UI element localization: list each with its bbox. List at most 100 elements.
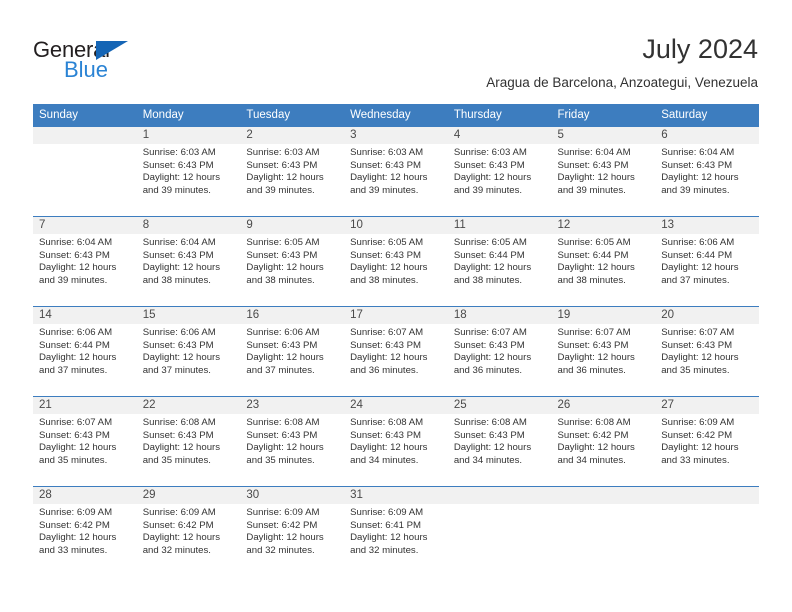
day-cell-content: 14 Sunrise: 6:06 AM Sunset: 6:44 PM Dayli… [33,306,137,396]
calendar-day-cell[interactable]: 31 Sunrise: 6:09 AM Sunset: 6:41 PM Dayli… [344,486,448,576]
day-cell-content: 2 Sunrise: 6:03 AM Sunset: 6:43 PM Daylig… [240,126,345,216]
calendar-day-cell[interactable]: 24 Sunrise: 6:08 AM Sunset: 6:43 PM Dayli… [344,396,448,486]
calendar-day-cell[interactable]: 6 Sunrise: 6:04 AM Sunset: 6:43 PM Daylig… [655,126,759,216]
day-cell-content: 13 Sunrise: 6:06 AM Sunset: 6:44 PM Dayli… [655,216,759,306]
day-cell-content: 6 Sunrise: 6:04 AM Sunset: 6:43 PM Daylig… [655,126,759,216]
calendar-day-cell[interactable]: 27 Sunrise: 6:09 AM Sunset: 6:42 PM Dayli… [655,396,759,486]
calendar-day-cell[interactable]: 9 Sunrise: 6:05 AM Sunset: 6:43 PM Daylig… [240,216,345,306]
calendar-day-cell[interactable]: 16 Sunrise: 6:06 AM Sunset: 6:43 PM Dayli… [240,306,345,396]
day-number [558,488,650,490]
calendar-day-cell[interactable] [447,486,552,576]
weekday-header-friday: Friday [551,104,656,126]
day-sun-details: Sunrise: 6:05 AM Sunset: 6:44 PM Dayligh… [453,237,532,286]
calendar-day-cell[interactable]: 1 Sunrise: 6:03 AM Sunset: 6:43 PM Daylig… [136,126,241,216]
day-number-band [33,127,137,144]
day-number: 10 [350,219,363,231]
day-cell-content: 4 Sunrise: 6:03 AM Sunset: 6:43 PM Daylig… [447,126,552,216]
day-number-band: 30 [240,487,345,504]
day-cell-content [655,486,759,576]
calendar-day-cell[interactable]: 29 Sunrise: 6:09 AM Sunset: 6:42 PM Dayli… [136,486,241,576]
calendar-day-cell[interactable]: 19 Sunrise: 6:07 AM Sunset: 6:43 PM Dayli… [551,306,656,396]
day-number-band: 1 [136,127,241,144]
day-number: 5 [557,129,564,141]
calendar-day-cell[interactable]: 4 Sunrise: 6:03 AM Sunset: 6:43 PM Daylig… [447,126,552,216]
day-number-band: 12 [551,217,656,234]
day-sun-details: Sunrise: 6:06 AM Sunset: 6:43 PM Dayligh… [246,327,324,376]
day-sun-details: Sunrise: 6:08 AM Sunset: 6:43 PM Dayligh… [453,417,532,466]
calendar-week-row: 1 Sunrise: 6:03 AM Sunset: 6:43 PM Daylig… [33,126,759,216]
day-sun-details: Sunrise: 6:09 AM Sunset: 6:41 PM Dayligh… [350,507,428,556]
weekday-header-thursday: Thursday [447,104,552,126]
day-cell-content: 18 Sunrise: 6:07 AM Sunset: 6:43 PM Dayli… [447,306,552,396]
day-sun-details: Sunrise: 6:03 AM Sunset: 6:43 PM Dayligh… [453,147,532,196]
calendar-day-cell[interactable]: 7 Sunrise: 6:04 AM Sunset: 6:43 PM Daylig… [33,216,137,306]
calendar-day-cell[interactable]: 17 Sunrise: 6:07 AM Sunset: 6:43 PM Dayli… [344,306,448,396]
calendar-day-cell[interactable] [33,126,137,216]
calendar-day-cell[interactable]: 5 Sunrise: 6:04 AM Sunset: 6:43 PM Daylig… [551,126,656,216]
day-sun-details: Sunrise: 6:07 AM Sunset: 6:43 PM Dayligh… [557,327,635,376]
calendar-day-cell[interactable]: 8 Sunrise: 6:04 AM Sunset: 6:43 PM Daylig… [136,216,241,306]
calendar-day-cell[interactable]: 15 Sunrise: 6:06 AM Sunset: 6:43 PM Dayli… [136,306,241,396]
page-title: July 2024 [642,34,758,64]
calendar-day-cell[interactable]: 14 Sunrise: 6:06 AM Sunset: 6:44 PM Dayli… [33,306,137,396]
day-number: 26 [557,399,571,411]
day-number: 29 [142,489,156,501]
calendar-day-cell[interactable]: 13 Sunrise: 6:06 AM Sunset: 6:44 PM Dayli… [655,216,759,306]
calendar-day-cell[interactable] [551,486,656,576]
calendar-day-cell[interactable]: 3 Sunrise: 6:03 AM Sunset: 6:43 PM Daylig… [344,126,448,216]
day-number: 9 [246,219,253,231]
day-sun-details: Sunrise: 6:03 AM Sunset: 6:43 PM Dayligh… [246,147,324,196]
day-number: 13 [661,219,675,231]
calendar-week-row: 28 Sunrise: 6:09 AM Sunset: 6:42 PM Dayli… [33,486,759,576]
day-cell-content: 9 Sunrise: 6:05 AM Sunset: 6:43 PM Daylig… [240,216,345,306]
weekday-header-saturday: Saturday [655,104,759,126]
day-sun-details: Sunrise: 6:09 AM Sunset: 6:42 PM Dayligh… [142,507,221,556]
calendar-day-cell[interactable]: 20 Sunrise: 6:07 AM Sunset: 6:43 PM Dayli… [655,306,759,396]
calendar-day-cell[interactable]: 30 Sunrise: 6:09 AM Sunset: 6:42 PM Dayli… [240,486,345,576]
calendar-day-cell[interactable]: 18 Sunrise: 6:07 AM Sunset: 6:43 PM Dayli… [447,306,552,396]
day-number: 21 [39,399,52,411]
day-number: 30 [246,489,260,501]
calendar-day-cell[interactable] [655,486,759,576]
day-sun-details: Sunrise: 6:08 AM Sunset: 6:43 PM Dayligh… [142,417,221,466]
calendar-table: Sunday Monday Tuesday Wednesday Thursday… [33,104,759,576]
day-sun-details: Sunrise: 6:07 AM Sunset: 6:43 PM Dayligh… [661,327,739,376]
day-number-band: 9 [240,217,345,234]
day-number: 2 [246,129,253,141]
day-cell-content: 27 Sunrise: 6:09 AM Sunset: 6:42 PM Dayli… [655,396,759,486]
title-block: July 2024 Aragua de Barcelona, Anzoategu… [486,33,758,92]
calendar-day-cell[interactable]: 2 Sunrise: 6:03 AM Sunset: 6:43 PM Daylig… [240,126,345,216]
calendar-day-cell[interactable]: 25 Sunrise: 6:08 AM Sunset: 6:43 PM Dayli… [447,396,552,486]
day-sun-details: Sunrise: 6:05 AM Sunset: 6:44 PM Dayligh… [557,237,635,286]
day-number-band: 20 [655,307,759,324]
calendar-day-cell[interactable]: 21 Sunrise: 6:07 AM Sunset: 6:43 PM Dayli… [33,396,137,486]
calendar-day-cell[interactable]: 26 Sunrise: 6:08 AM Sunset: 6:42 PM Dayli… [551,396,656,486]
day-sun-details: Sunrise: 6:09 AM Sunset: 6:42 PM Dayligh… [246,507,324,556]
calendar-header-row: Sunday Monday Tuesday Wednesday Thursday… [33,104,759,126]
day-number: 4 [453,129,461,141]
day-number: 27 [661,399,675,411]
day-cell-content: 22 Sunrise: 6:08 AM Sunset: 6:43 PM Dayli… [136,396,241,486]
calendar-day-cell[interactable]: 22 Sunrise: 6:08 AM Sunset: 6:43 PM Dayli… [136,396,241,486]
day-cell-content: 5 Sunrise: 6:04 AM Sunset: 6:43 PM Daylig… [551,126,656,216]
calendar-day-cell[interactable]: 10 Sunrise: 6:05 AM Sunset: 6:43 PM Dayli… [344,216,448,306]
calendar-day-cell[interactable]: 28 Sunrise: 6:09 AM Sunset: 6:42 PM Dayli… [33,486,137,576]
calendar-day-cell[interactable]: 23 Sunrise: 6:08 AM Sunset: 6:43 PM Dayli… [240,396,345,486]
day-cell-content [447,486,552,576]
calendar-day-cell[interactable]: 12 Sunrise: 6:05 AM Sunset: 6:44 PM Dayli… [551,216,656,306]
day-sun-details: Sunrise: 6:03 AM Sunset: 6:43 PM Dayligh… [142,147,221,196]
day-number [454,488,546,490]
logo-text-blue: Blue [64,57,109,82]
day-number-band: 7 [33,217,137,234]
day-number-band [655,487,759,504]
day-cell-content: 29 Sunrise: 6:09 AM Sunset: 6:42 PM Dayli… [136,486,241,576]
calendar-page: General Blue July 2024 Aragua de Barcelo… [0,0,792,612]
calendar-day-cell[interactable]: 11 Sunrise: 6:05 AM Sunset: 6:44 PM Dayli… [447,216,552,306]
day-number-band: 4 [447,127,552,144]
day-sun-details: Sunrise: 6:06 AM Sunset: 6:44 PM Dayligh… [661,237,739,286]
day-cell-content: 26 Sunrise: 6:08 AM Sunset: 6:42 PM Dayli… [551,396,656,486]
day-number-band: 16 [240,307,345,324]
day-number-band: 24 [344,397,448,414]
day-number-band: 11 [447,217,552,234]
day-cell-content: 1 Sunrise: 6:03 AM Sunset: 6:43 PM Daylig… [136,126,241,216]
